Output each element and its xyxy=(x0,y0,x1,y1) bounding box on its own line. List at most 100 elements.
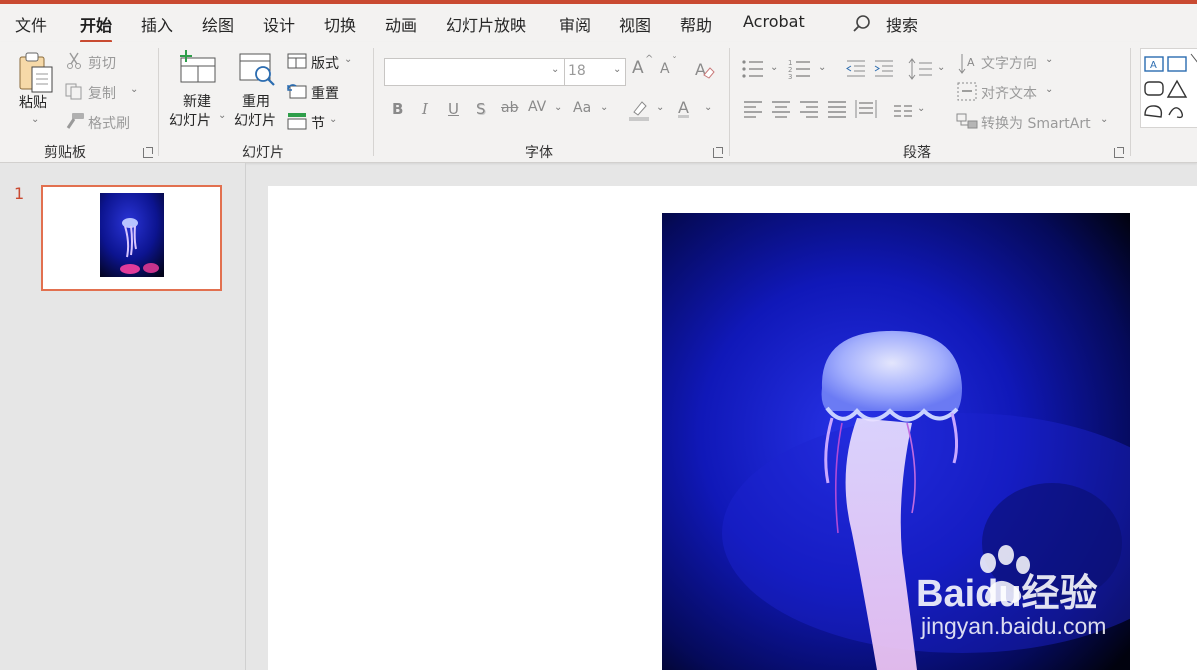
numbering-dropdown-icon[interactable]: ⌄ xyxy=(818,62,826,73)
copy-button[interactable]: 复制 xyxy=(88,83,116,103)
tab-slideshow[interactable]: 幻灯片放映 xyxy=(446,12,526,36)
clear-formatting-icon[interactable]: A xyxy=(694,59,716,81)
format-painter-icon[interactable] xyxy=(64,112,86,130)
case-dropdown-icon[interactable]: ⌄ xyxy=(600,102,608,113)
spacing-dropdown-icon[interactable]: ⌄ xyxy=(554,102,562,113)
reset-icon[interactable] xyxy=(287,83,307,99)
font-color-button[interactable]: A xyxy=(678,98,689,117)
slide-number: 1 xyxy=(14,184,25,203)
text-shadow-button[interactable]: S xyxy=(476,100,486,118)
font-launcher-icon[interactable] xyxy=(713,147,723,158)
tab-help[interactable]: 帮助 xyxy=(680,12,712,36)
tab-home[interactable]: 开始 xyxy=(80,12,113,43)
paste-icon[interactable] xyxy=(17,50,57,96)
paste-dropdown-icon[interactable]: ⌄ xyxy=(31,114,39,125)
tab-acrobat[interactable]: Acrobat xyxy=(743,12,805,31)
columns-icon[interactable] xyxy=(893,104,913,118)
cut-button[interactable]: 剪切 xyxy=(88,53,116,73)
smartart-icon[interactable] xyxy=(956,111,978,131)
line-spacing-dropdown-icon[interactable]: ⌄ xyxy=(937,62,945,73)
decrease-indent-icon[interactable] xyxy=(845,58,867,80)
svg-text:A: A xyxy=(695,60,706,79)
ribbon-tab-bar: 文件 开始 插入 绘图 设计 切换 动画 幻灯片放映 审阅 视图 帮助 Acro… xyxy=(0,4,1197,43)
shapes-gallery[interactable]: A xyxy=(1140,48,1197,128)
bold-button[interactable]: B xyxy=(392,100,403,118)
text-direction-button[interactable]: 文字方向 xyxy=(981,53,1037,73)
tab-design[interactable]: 设计 xyxy=(263,12,295,36)
tab-animations[interactable]: 动画 xyxy=(385,12,417,36)
align-text-icon[interactable] xyxy=(957,82,977,102)
slide-canvas[interactable]: Baidu经验 jingyan.baidu.com xyxy=(268,186,1197,670)
new-slide-button[interactable]: 幻灯片 xyxy=(169,110,211,130)
highlight-dropdown-icon[interactable]: ⌄ xyxy=(656,102,664,113)
layout-icon[interactable] xyxy=(287,53,307,69)
paste-button[interactable]: 粘贴 xyxy=(19,92,47,112)
layout-dropdown-icon[interactable]: ⌄ xyxy=(344,54,352,65)
tab-file[interactable]: 文件 xyxy=(15,12,47,36)
underline-button[interactable]: U xyxy=(448,100,459,118)
align-text-button[interactable]: 对齐文本 xyxy=(981,83,1037,103)
smartart-dropdown-icon[interactable]: ⌄ xyxy=(1100,114,1108,125)
search-icon[interactable] xyxy=(852,14,872,34)
group-divider xyxy=(373,48,374,156)
new-slide-dropdown-icon[interactable]: ⌄ xyxy=(218,110,226,121)
tab-view[interactable]: 视图 xyxy=(619,12,651,36)
ribbon: 粘贴 ⌄ 剪切 复制 ⌄ 格式刷 剪贴板 新建 幻灯片 ⌄ 重用 幻灯片 版式 … xyxy=(0,42,1197,163)
align-text-dropdown-icon[interactable]: ⌄ xyxy=(1045,84,1053,95)
align-left-icon[interactable] xyxy=(743,100,763,118)
reuse-slides-icon[interactable] xyxy=(238,52,280,88)
highlight-color-icon[interactable] xyxy=(628,98,652,122)
paragraph-group-label: 段落 xyxy=(903,145,931,161)
section-dropdown-icon[interactable]: ⌄ xyxy=(329,114,337,125)
convert-to-smartart-button[interactable]: 转换为 SmartArt xyxy=(981,113,1091,133)
bullets-icon[interactable] xyxy=(741,58,765,80)
character-spacing-button[interactable]: AV xyxy=(528,99,546,115)
cut-icon[interactable] xyxy=(66,52,82,70)
align-center-icon[interactable] xyxy=(771,100,791,118)
columns-dropdown-icon[interactable]: ⌄ xyxy=(917,103,925,114)
change-case-button[interactable]: Aa xyxy=(573,100,591,116)
reuse-slides-label-line1[interactable]: 重用 xyxy=(242,91,270,111)
reuse-slides-button[interactable]: 幻灯片 xyxy=(234,110,276,130)
section-icon[interactable] xyxy=(287,112,307,130)
clipboard-launcher-icon[interactable] xyxy=(143,147,153,158)
shrink-font-arrow-icon: ˇ xyxy=(672,56,677,67)
format-painter-button[interactable]: 格式刷 xyxy=(88,113,130,133)
font-size-combobox[interactable]: 18 ⌄ xyxy=(564,58,626,86)
distributed-icon[interactable] xyxy=(855,100,877,118)
italic-button[interactable]: I xyxy=(422,100,428,118)
align-right-icon[interactable] xyxy=(799,100,819,118)
shrink-font-button[interactable]: A xyxy=(660,61,670,77)
justify-icon[interactable] xyxy=(827,100,847,118)
tab-review[interactable]: 审阅 xyxy=(559,12,591,36)
tab-transitions[interactable]: 切换 xyxy=(324,12,356,36)
increase-indent-icon[interactable] xyxy=(873,58,895,80)
font-name-combobox[interactable]: ⌄ xyxy=(384,58,566,86)
font-color-dropdown-icon[interactable]: ⌄ xyxy=(704,102,712,113)
new-slide-icon[interactable] xyxy=(177,50,219,86)
text-direction-icon[interactable]: A xyxy=(958,52,978,74)
slide-thumbnail[interactable] xyxy=(41,185,222,291)
font-size-dropdown-icon[interactable]: ⌄ xyxy=(613,64,621,75)
strikethrough-button[interactable]: ab xyxy=(501,100,518,116)
paragraph-launcher-icon[interactable] xyxy=(1114,147,1124,158)
reset-button[interactable]: 重置 xyxy=(311,83,339,103)
grow-font-arrow-icon: ^ xyxy=(645,54,654,65)
line-spacing-icon[interactable] xyxy=(908,58,934,80)
svg-text:A: A xyxy=(967,56,975,69)
copy-dropdown-icon[interactable]: ⌄ xyxy=(130,84,138,95)
group-divider xyxy=(158,48,159,156)
tab-insert[interactable]: 插入 xyxy=(141,12,173,36)
grow-font-button[interactable]: A xyxy=(632,58,644,78)
copy-icon[interactable] xyxy=(64,82,84,100)
font-name-dropdown-icon[interactable]: ⌄ xyxy=(551,64,559,75)
new-slide-label-line1[interactable]: 新建 xyxy=(183,91,211,111)
layout-button[interactable]: 版式 xyxy=(311,53,339,73)
group-divider xyxy=(729,48,730,156)
text-direction-dropdown-icon[interactable]: ⌄ xyxy=(1045,54,1053,65)
numbering-icon[interactable]: 1 2 3 xyxy=(788,58,812,80)
tab-draw[interactable]: 绘图 xyxy=(202,12,234,36)
search-label[interactable]: 搜索 xyxy=(886,12,918,36)
section-button[interactable]: 节 xyxy=(311,113,325,133)
bullets-dropdown-icon[interactable]: ⌄ xyxy=(770,62,778,73)
